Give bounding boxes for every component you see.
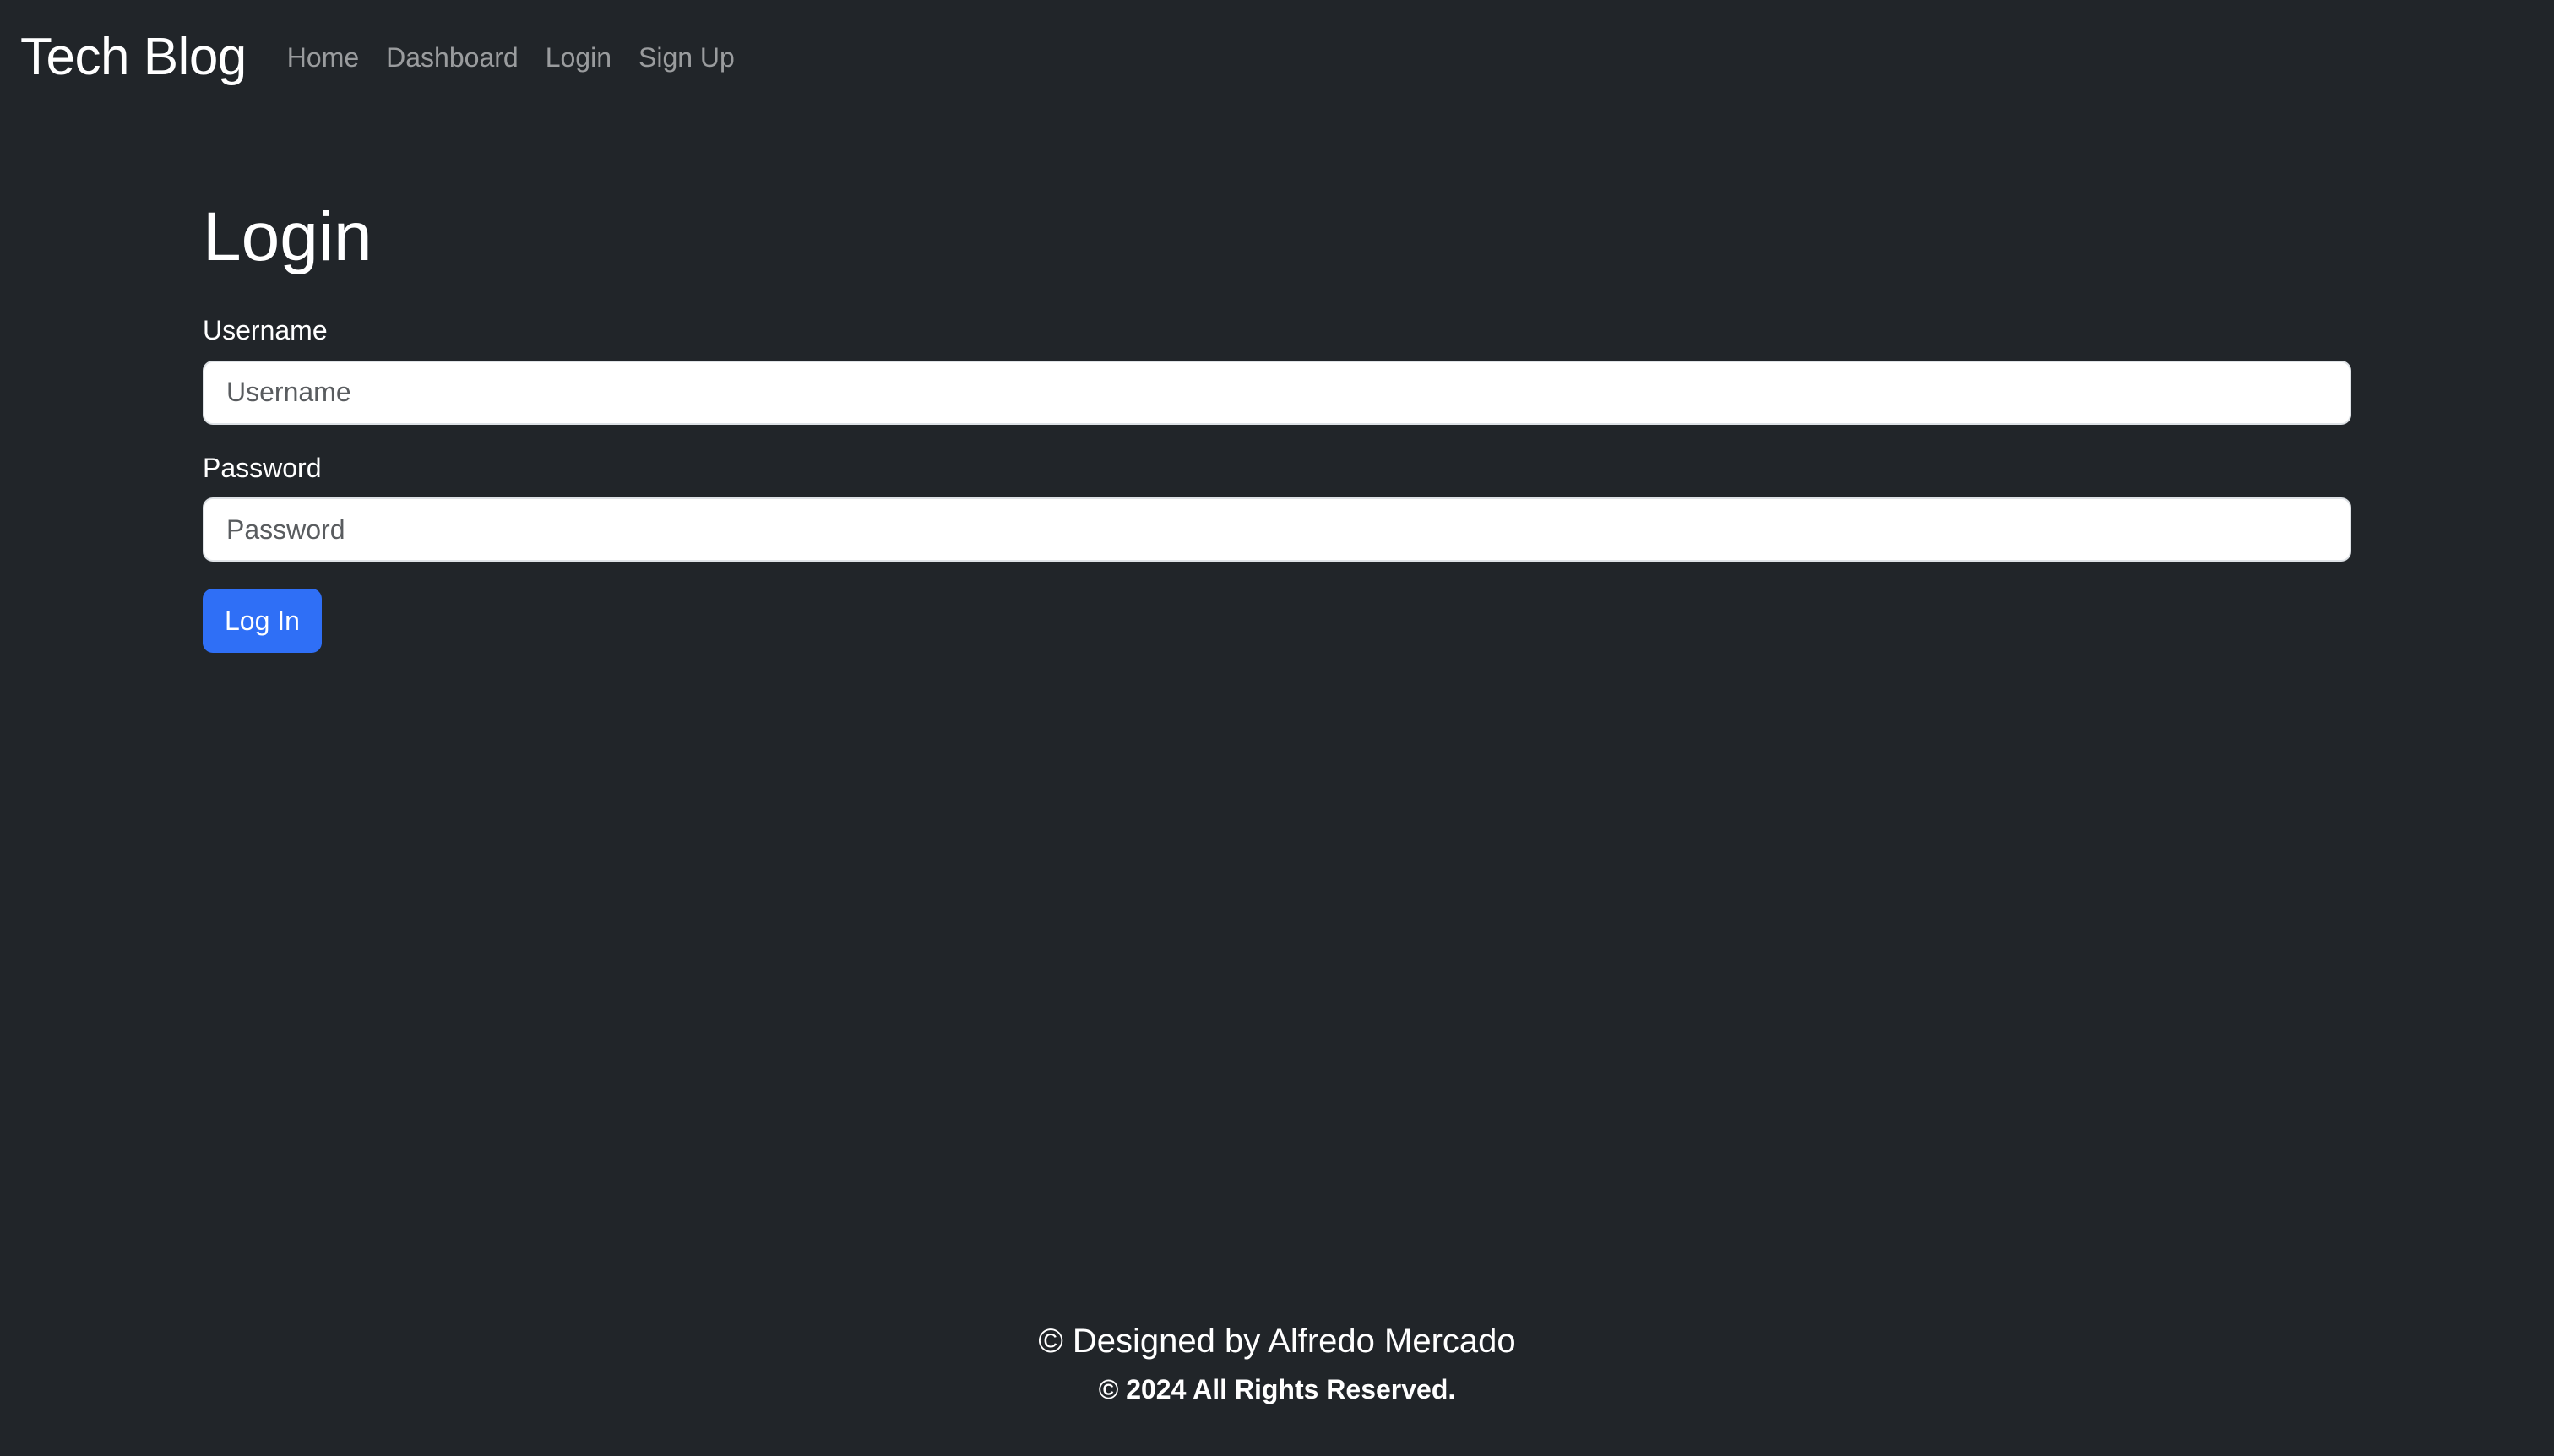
nav-link-login[interactable]: Login [546, 42, 611, 73]
navbar: Tech Blog Home Dashboard Login Sign Up [0, 0, 2554, 115]
login-container: Login Username Password Log In [203, 196, 2351, 654]
nav-item-signup: Sign Up [638, 44, 762, 71]
nav-link-signup[interactable]: Sign Up [638, 42, 735, 73]
nav-item-home: Home [287, 44, 386, 71]
login-button[interactable]: Log In [203, 589, 322, 654]
password-input[interactable] [203, 497, 2351, 562]
page-title: Login [203, 198, 372, 275]
footer-credit: © Designed by Alfredo Mercado [1038, 1323, 1516, 1360]
password-label: Password [203, 452, 322, 483]
nav-link-home[interactable]: Home [287, 42, 359, 73]
username-input[interactable] [203, 360, 2351, 425]
password-group: Password [203, 452, 2351, 562]
username-group: Username [203, 314, 2351, 425]
nav-item-dashboard: Dashboard [386, 44, 546, 71]
footer-rights: © 2024 All Rights Reserved. [1098, 1374, 1456, 1404]
nav-link-dashboard[interactable]: Dashboard [386, 42, 519, 73]
nav-item-login: Login [546, 44, 638, 71]
username-label: Username [203, 315, 328, 346]
nav-links: Home Dashboard Login Sign Up [287, 44, 762, 71]
login-form: Username Password Log In [203, 314, 2351, 654]
footer: © Designed by Alfredo Mercado © 2024 All… [0, 1321, 2554, 1405]
brand-logo-link[interactable]: Tech Blog [20, 31, 247, 84]
